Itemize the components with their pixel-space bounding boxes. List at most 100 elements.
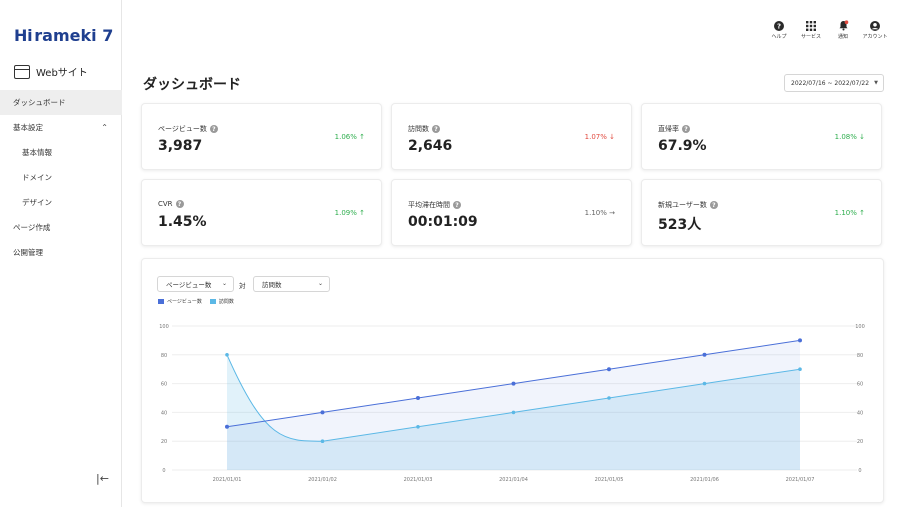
data-point-pageviews xyxy=(225,424,229,429)
metric-label-text: ページビュー数 xyxy=(158,125,207,133)
help-icon[interactable]: ? xyxy=(175,200,184,208)
arrow-down-icon: ↓ xyxy=(859,133,865,141)
site-switcher-label: Webサイト xyxy=(36,68,88,79)
notifications-button[interactable]: 通知 xyxy=(832,20,854,40)
sidebar-item-label: ダッシュボード xyxy=(13,98,66,107)
date-range-select[interactable]: 2022/07/16 ~ 2022/07/22 ▼ xyxy=(784,74,884,92)
metric-change: 1.10% → xyxy=(585,209,615,217)
help-icon[interactable]: ? xyxy=(209,125,218,133)
data-point-pageviews xyxy=(702,352,707,357)
chart-card: ページビュー数 ⌄ 対 訪問数 ⌄ ページビュー数 訪問数 0 0 20 20 40 40… xyxy=(141,258,884,503)
help-icon: ? xyxy=(774,20,785,31)
metric-label: 平均滞在時間? xyxy=(408,200,461,210)
metric-change-value: 1.10% xyxy=(834,209,857,217)
data-point-pageviews xyxy=(798,338,802,343)
sidebar-item-dashboard[interactable]: ダッシュボード xyxy=(0,90,122,115)
collapse-left-icon[interactable]: |← xyxy=(96,472,109,485)
y-tick-label-left: 40 xyxy=(161,410,167,416)
sidebar-item-label: 基本設定 xyxy=(13,123,43,132)
help-icon[interactable]: ? xyxy=(709,201,718,209)
metric-label-text: 新規ユーザー数 xyxy=(658,201,707,209)
help-icon[interactable]: ? xyxy=(432,125,440,133)
header-actions: ? ヘルプ サービス 通知 アカウント xyxy=(768,20,888,40)
metric-change: 1.08% ↓ xyxy=(835,133,865,141)
arrow-down-icon: ↓ xyxy=(609,133,615,141)
chevron-down-icon: ▼ xyxy=(874,80,878,86)
y-tick-label-right: 40 xyxy=(857,410,863,416)
y-tick-label-right: 100 xyxy=(855,324,865,330)
page-title: ダッシュボード xyxy=(143,77,241,93)
metric-change-value: 1.08% xyxy=(834,133,857,141)
x-tick-label: 2021/01/05 xyxy=(595,477,624,483)
services-button[interactable]: サービス xyxy=(800,20,822,40)
metric-change: 1.06% ↑ xyxy=(335,133,365,141)
notifications-label: 通知 xyxy=(837,34,848,40)
account-button[interactable]: アカウント xyxy=(862,20,888,40)
metric-value: 67.9% xyxy=(658,138,707,154)
sidebar-item-design[interactable]: デザイン xyxy=(0,190,122,215)
metric-value: 2,646 xyxy=(408,138,453,154)
metric-card-avg-time: 平均滞在時間? 00:01:09 1.10% → xyxy=(391,179,632,246)
svg-text:?: ? xyxy=(777,22,781,30)
metric-label: ページビュー数? xyxy=(158,124,218,134)
y-tick-label-left: 80 xyxy=(161,353,167,359)
sidebar-nav: ダッシュボード 基本設定 ⌃ 基本情報 ドメイン デザイン ページ作成 公開管理 xyxy=(0,90,122,265)
site-switcher[interactable]: Webサイト xyxy=(14,64,88,79)
sidebar-item-label: ドメイン xyxy=(22,173,52,182)
chevron-up-icon: ⌃ xyxy=(101,123,108,132)
help-button[interactable]: ? ヘルプ xyxy=(768,20,790,40)
metric-label: 直帰率? xyxy=(658,124,690,134)
metric-change-value: 1.07% xyxy=(584,133,607,141)
metric-change-value: 1.06% xyxy=(334,133,357,141)
x-tick-label: 2021/01/03 xyxy=(404,477,433,483)
metric-value: 523人 xyxy=(658,217,702,233)
x-tick-label: 2021/01/06 xyxy=(690,477,719,483)
series-area-pageviews xyxy=(227,340,800,470)
metric-change-value: 1.10% xyxy=(584,209,607,217)
sidebar-item-publish-management[interactable]: 公開管理 xyxy=(0,240,122,265)
data-point-pageviews xyxy=(320,410,325,415)
website-icon xyxy=(14,64,30,79)
metric-change: 1.07% ↓ xyxy=(585,133,615,141)
sidebar-item-label: 公開管理 xyxy=(13,248,43,257)
x-tick-label: 2021/01/01 xyxy=(213,477,242,483)
x-tick-label: 2021/01/02 xyxy=(308,477,337,483)
help-label: ヘルプ xyxy=(771,34,787,40)
sidebar-item-basic-settings[interactable]: 基本設定 ⌃ xyxy=(0,115,122,140)
line-chart: 0 0 20 20 40 40 60 60 80 80 100 100 2021/01/01 2021/0… xyxy=(159,324,865,483)
metric-card-new-users: 新規ユーザー数? 523人 1.10% ↑ xyxy=(641,179,882,246)
account-icon xyxy=(870,20,881,31)
arrow-up-icon: ↑ xyxy=(859,209,865,217)
metric-label: 訪問数? xyxy=(408,124,440,134)
bell-icon xyxy=(838,20,849,31)
metric-label: CVR? xyxy=(158,200,184,208)
account-label: アカウント xyxy=(862,34,888,40)
arrow-right-icon: → xyxy=(609,209,615,217)
metric-label-text: 直帰率 xyxy=(658,125,679,133)
metric-card-pageviews: ページビュー数? 3,987 1.06% ↑ xyxy=(141,103,382,170)
x-tick-label: 2021/01/07 xyxy=(786,477,815,483)
metric-value: 3,987 xyxy=(158,138,203,154)
sidebar-item-page-creation[interactable]: ページ作成 xyxy=(0,215,122,240)
arrow-up-icon: ↑ xyxy=(359,133,365,141)
metric-card-visits: 訪問数? 2,646 1.07% ↓ xyxy=(391,103,632,170)
data-point-visits xyxy=(702,381,707,386)
data-point-visits xyxy=(798,367,802,371)
data-point-visits xyxy=(416,425,420,429)
sidebar-item-domain[interactable]: ドメイン xyxy=(0,165,122,190)
data-point-pageviews xyxy=(607,367,611,372)
sidebar-item-basic-info[interactable]: 基本情報 xyxy=(0,140,122,165)
x-tick-label: 2021/01/04 xyxy=(499,477,528,483)
help-icon[interactable]: ? xyxy=(453,201,461,209)
data-point-visits xyxy=(225,353,229,357)
y-tick-label-right: 0 xyxy=(858,468,861,474)
data-point-visits xyxy=(320,439,325,443)
metric-value: 1.45% xyxy=(158,214,207,230)
help-icon[interactable]: ? xyxy=(682,125,690,133)
app-logo[interactable]: Hi rameki 7 xyxy=(14,26,113,45)
y-tick-label-right: 80 xyxy=(857,353,863,359)
metric-label-text: CVR xyxy=(158,200,173,208)
logo-mark: Hi xyxy=(14,26,33,45)
metric-card-cvr: CVR? 1.45% 1.09% ↑ xyxy=(141,179,382,246)
arrow-up-icon: ↑ xyxy=(359,209,365,217)
